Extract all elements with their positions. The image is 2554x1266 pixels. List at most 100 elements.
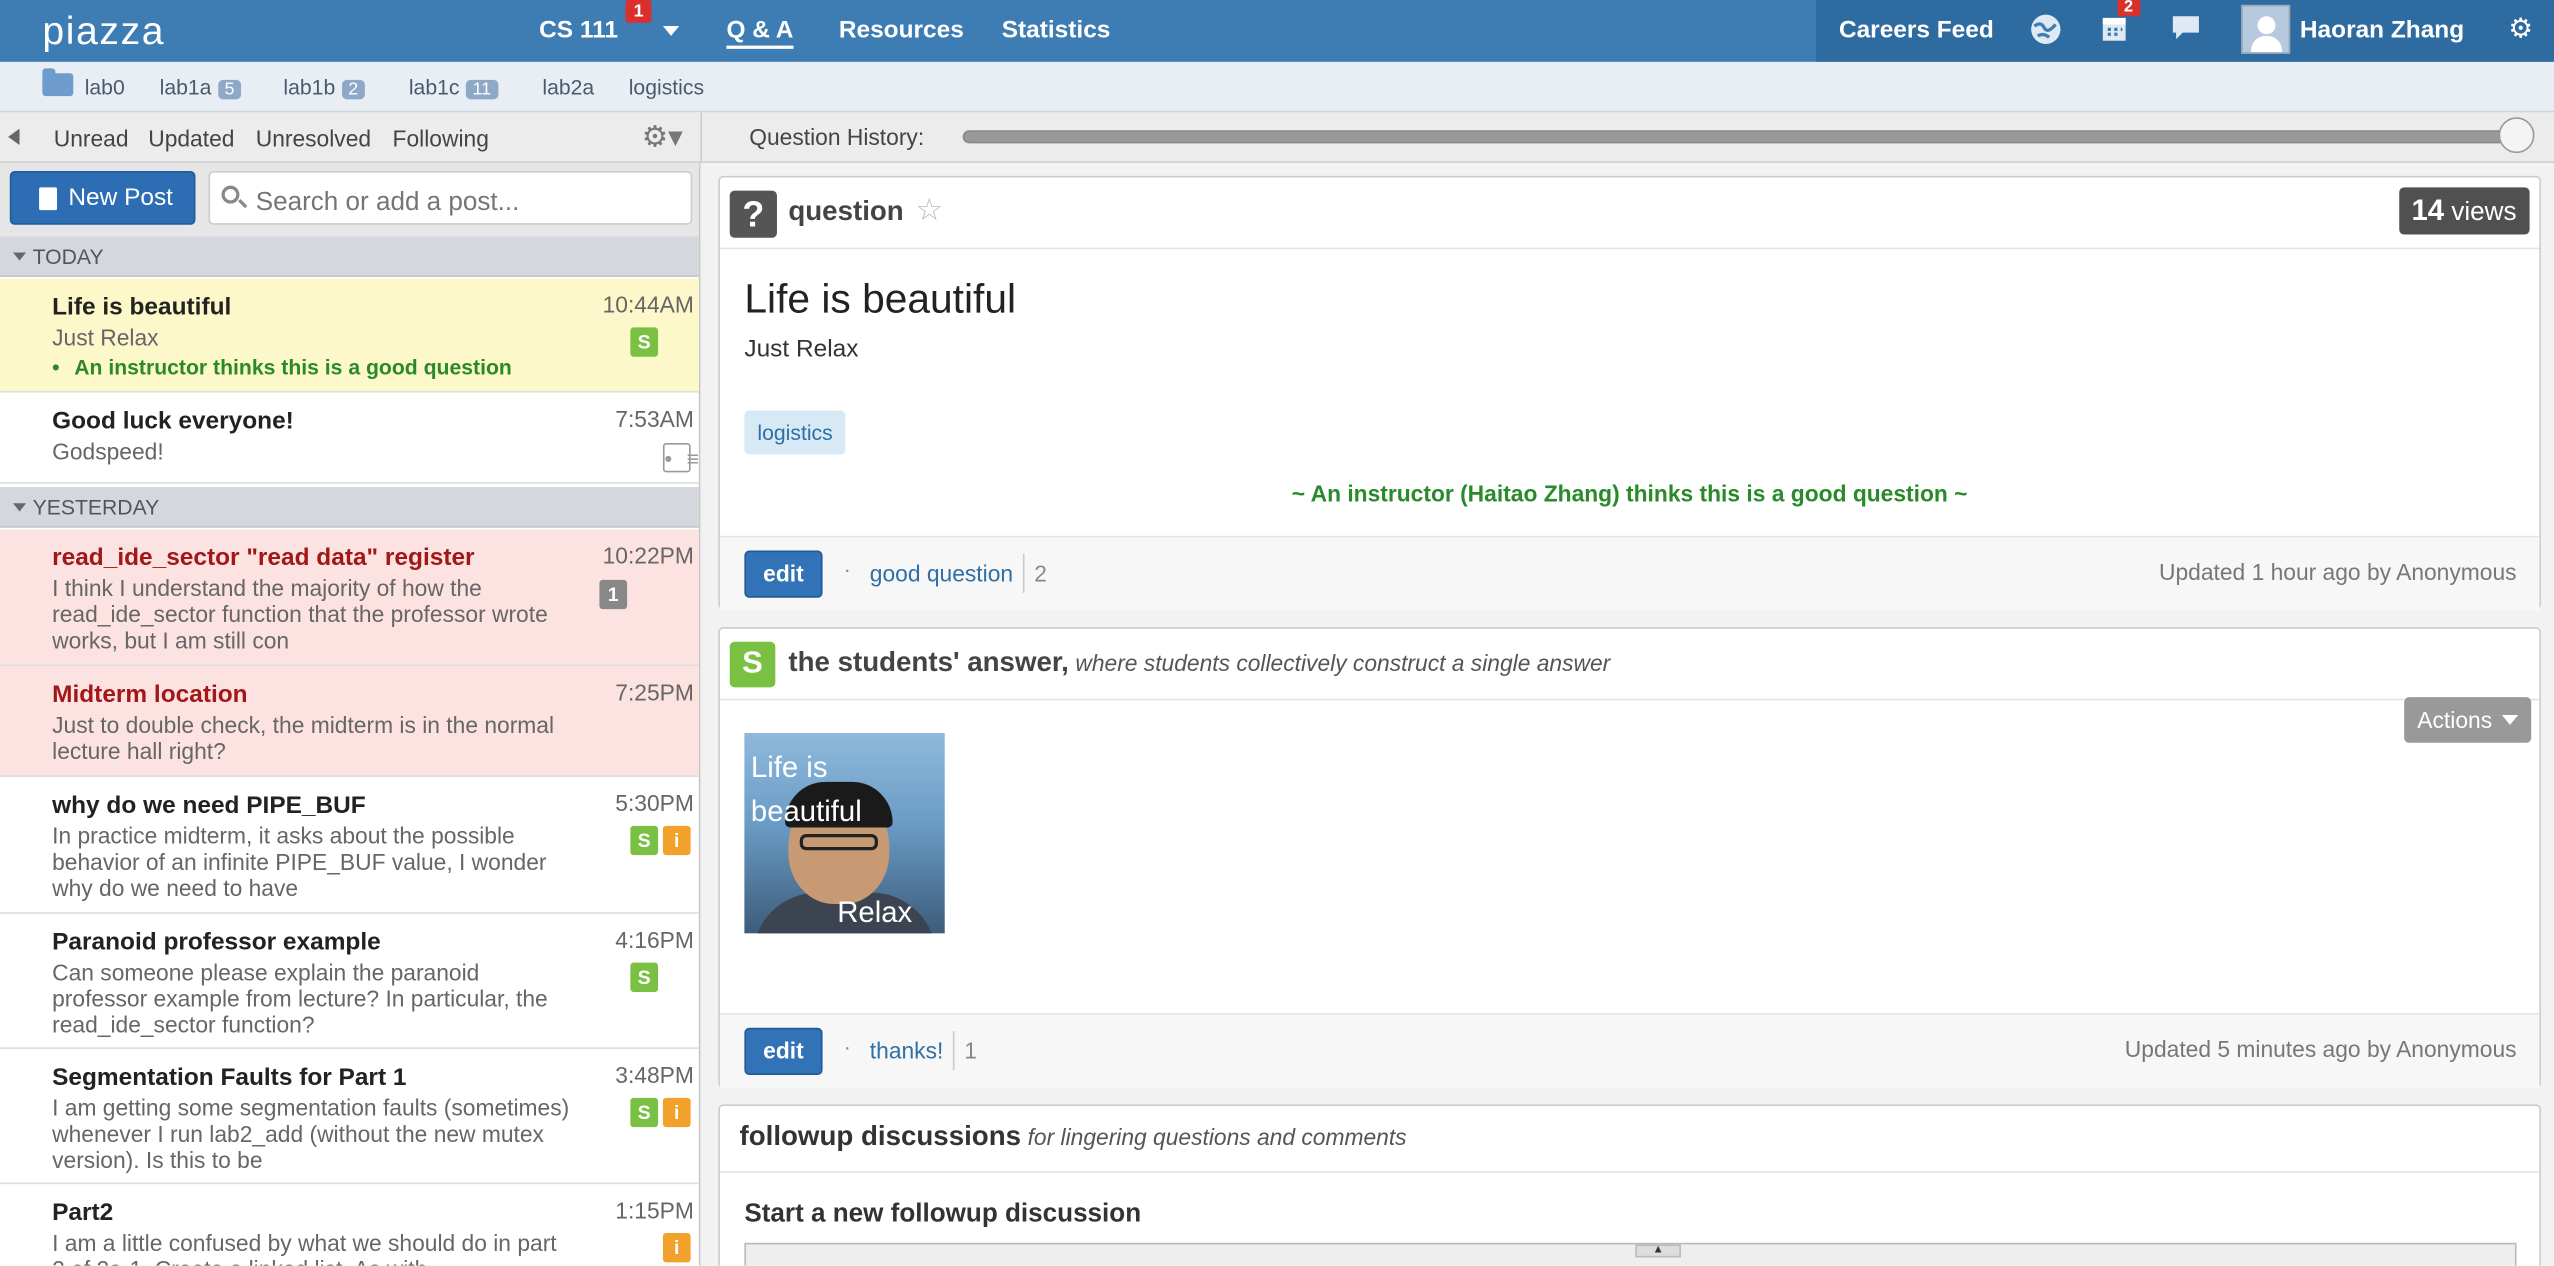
folder-label: lab0 xyxy=(84,74,125,100)
new-post-label: New Post xyxy=(68,184,173,212)
folder-label: lab1a xyxy=(159,74,212,100)
answer-image: Life is beautiful Relax xyxy=(744,732,945,934)
folder-lab1a[interactable]: lab1a 5 xyxy=(159,74,241,100)
section-header-today[interactable]: TODAY xyxy=(0,236,699,277)
views-count: 14 xyxy=(2411,193,2445,227)
separator-dot: · xyxy=(843,1034,851,1059)
folder-icon[interactable] xyxy=(42,68,74,97)
post-title: Part2 xyxy=(52,1198,114,1227)
followup-subtitle: for lingering questions and comments xyxy=(1027,1123,1407,1150)
post-time: 3:48PM xyxy=(615,1061,694,1089)
folder-logistics[interactable]: logistics xyxy=(629,75,704,99)
student-answer-badge: S xyxy=(630,825,659,856)
chat-icon[interactable] xyxy=(2171,13,2204,46)
nav-resources[interactable]: Resources xyxy=(839,16,964,44)
separator-dot: · xyxy=(843,557,851,582)
post-snippet: Just to double check, the midterm is in … xyxy=(52,711,555,764)
course-name: CS 111 xyxy=(539,16,618,44)
image-caption-bottom: Relax xyxy=(837,895,913,929)
filter-unread[interactable]: Unread xyxy=(54,125,129,151)
actions-dropdown[interactable]: Actions xyxy=(2404,697,2532,743)
piazza-logo[interactable]: piazza xyxy=(42,10,165,56)
folder-lab0[interactable]: lab0 xyxy=(85,75,125,99)
caret-down-icon xyxy=(13,252,27,261)
edit-button[interactable]: edit xyxy=(744,1027,823,1076)
filter-bar: Unread Updated Unresolved Following ⚙▾ xyxy=(0,112,701,163)
star-icon[interactable]: ☆ xyxy=(915,192,943,229)
new-post-button[interactable]: New Post xyxy=(9,171,196,225)
post-item[interactable]: Paranoid professor example 4:16PM Can so… xyxy=(0,914,699,1049)
question-history-slider-handle[interactable] xyxy=(2498,117,2535,154)
avatar[interactable] xyxy=(2241,4,2291,54)
collapse-sidebar-icon[interactable] xyxy=(8,128,20,145)
post-item[interactable]: Life is beautiful 10:44AM Just Relax An … xyxy=(0,278,699,393)
post-item[interactable]: Good luck everyone! 7:53AM Godspeed! ≡ xyxy=(0,393,699,484)
post-title: Midterm location xyxy=(52,680,248,709)
post-title: Paranoid professor example xyxy=(52,928,381,957)
question-history-bar: Question History: xyxy=(700,112,2554,163)
post-item[interactable]: Part2 1:15PM I am a little confused by w… xyxy=(0,1184,699,1266)
good-question-button[interactable]: good question xyxy=(870,560,1013,586)
folder-lab1b[interactable]: lab1b 2 xyxy=(283,74,365,100)
student-answer-card: S the students' answer, where students co… xyxy=(718,627,2541,1089)
question-type-label: question xyxy=(788,195,904,227)
search-input[interactable] xyxy=(208,171,693,225)
section-header-yesterday[interactable]: YESTERDAY xyxy=(0,487,699,528)
photo-glasses xyxy=(799,833,878,851)
question-body: Just Relax xyxy=(744,335,859,364)
caret-down-icon xyxy=(2501,715,2519,725)
divider xyxy=(719,247,2540,250)
expand-editor-icon[interactable]: ▲ xyxy=(1635,1244,1681,1258)
tag-logistics[interactable]: logistics xyxy=(744,410,846,455)
nav-statistics[interactable]: Statistics xyxy=(1002,16,1111,44)
student-answer-subtitle: where students collectively construct a … xyxy=(1075,649,1611,676)
user-name[interactable]: Haoran Zhang xyxy=(2300,16,2464,44)
question-footer: edit · good question 2 Updated 1 hour ag… xyxy=(719,535,2540,611)
student-answer-header: the students' answer, where students coll… xyxy=(788,647,1610,680)
thanks-count: 1 xyxy=(964,1037,977,1064)
course-selector[interactable]: CS 111 1 xyxy=(539,0,680,44)
post-item[interactable]: why do we need PIPE_BUF 5:30PM In practi… xyxy=(0,777,699,914)
question-icon: ? xyxy=(729,190,777,238)
gear-icon[interactable]: ⚙ xyxy=(2508,13,2533,46)
folder-label: lab1b xyxy=(283,74,336,100)
folder-lab2a[interactable]: lab2a xyxy=(542,75,594,99)
student-answer-badge: S xyxy=(630,1097,659,1128)
folder-lab1c[interactable]: lab1c 11 xyxy=(408,74,498,100)
globe-icon[interactable] xyxy=(2030,13,2063,46)
question-history-slider[interactable] xyxy=(962,130,2514,144)
actions-label: Actions xyxy=(2417,706,2493,733)
edit-button[interactable]: edit xyxy=(744,550,823,598)
careers-feed-link[interactable]: Careers Feed xyxy=(1839,16,1994,44)
filter-settings-gear-icon[interactable]: ⚙▾ xyxy=(642,121,683,155)
post-item[interactable]: Segmentation Faults for Part 1 3:48PM I … xyxy=(0,1049,699,1185)
followup-editor[interactable]: ▲ xyxy=(744,1242,2517,1266)
section-label: TODAY xyxy=(32,244,104,269)
post-item[interactable]: read_ide_sector "read data" register 10:… xyxy=(0,529,699,667)
followup-card: followup discussions for lingering questi… xyxy=(718,1104,2541,1266)
post-snippet: I think I understand the majority of how… xyxy=(52,574,548,654)
post-time: 7:25PM xyxy=(615,679,694,706)
filter-updated[interactable]: Updated xyxy=(148,125,234,151)
folder-label: lab1c xyxy=(408,74,460,100)
thanks-button[interactable]: thanks! xyxy=(870,1038,944,1064)
student-answer-badge: S xyxy=(630,327,659,357)
calendar-icon[interactable]: 2 xyxy=(2101,0,2140,46)
views-badge: 14 views xyxy=(2398,187,2530,235)
post-detail-pane: ? question ☆ 14 views Life is beautiful … xyxy=(702,162,2554,1266)
folder-count: 11 xyxy=(465,79,498,100)
followup-title: followup discussions xyxy=(739,1120,1022,1152)
folder-label: logistics xyxy=(628,74,705,100)
divider xyxy=(1022,553,1025,593)
post-snippet: I am getting some segmentation faults (s… xyxy=(52,1094,570,1173)
question-title: Life is beautiful xyxy=(744,276,1017,323)
post-item[interactable]: Midterm location 7:25PM Just to double c… xyxy=(0,666,699,777)
question-history-label: Question History: xyxy=(749,123,925,150)
nav-qa[interactable]: Q & A xyxy=(726,16,793,44)
filter-following[interactable]: Following xyxy=(393,125,489,151)
student-answer-badge: S xyxy=(630,962,659,992)
post-snippet: I am a little confused by what we should… xyxy=(52,1229,557,1266)
caret-down-icon xyxy=(13,503,27,512)
filter-unresolved[interactable]: Unresolved xyxy=(256,125,371,151)
search-icon xyxy=(221,185,240,204)
